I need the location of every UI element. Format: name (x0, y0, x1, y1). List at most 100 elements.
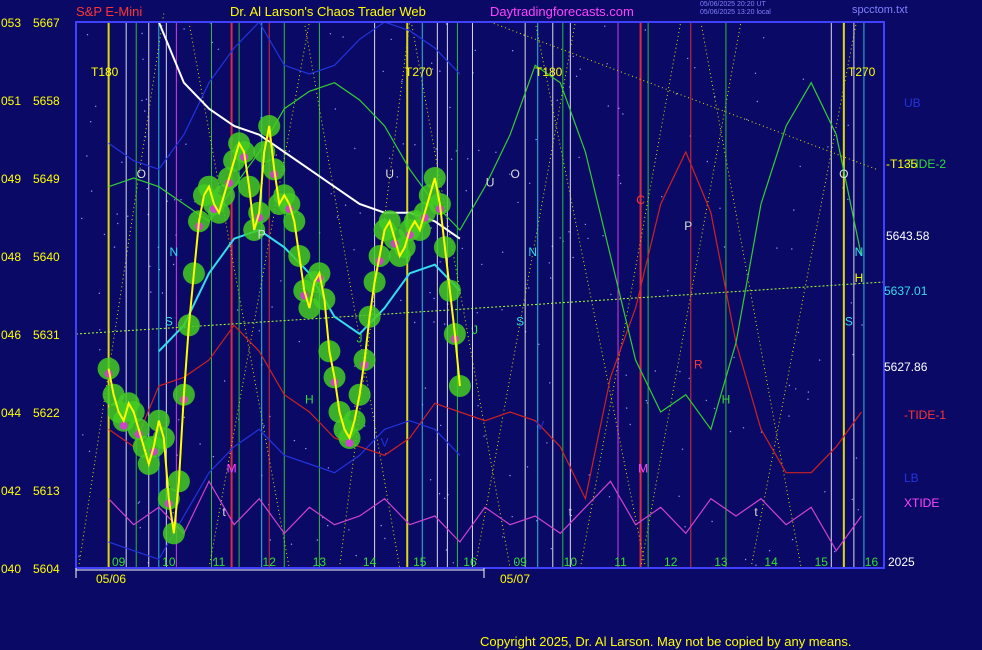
x-hour-label: 12 (664, 555, 678, 569)
star-dot (142, 58, 144, 60)
star-dot (382, 70, 384, 73)
star-dot (180, 199, 182, 201)
star-dot (449, 106, 451, 109)
star-dot (681, 448, 684, 450)
star-dot (113, 246, 116, 248)
star-dot (431, 62, 433, 64)
x-hour-label: 16 (865, 555, 879, 569)
star-dot (729, 430, 732, 433)
x-hour-label: 11 (213, 555, 226, 569)
series-label: UB (904, 96, 921, 110)
planet-letter: V (536, 418, 544, 432)
star-dot (344, 204, 347, 206)
star-dot (82, 434, 84, 436)
star-dot (807, 398, 809, 400)
star-dot (223, 380, 226, 382)
star-dot (626, 407, 628, 409)
cycle-label: T180 (91, 65, 119, 79)
level-t135: -T135 (886, 157, 918, 171)
planet-letter: O (137, 167, 146, 181)
level-upper: 5643.58 (886, 229, 930, 243)
star-dot (145, 98, 148, 101)
star-dot (517, 201, 519, 204)
star-dot (98, 292, 101, 294)
star-dot (578, 156, 580, 159)
x-hour-label: 11 (614, 555, 627, 569)
star-dot (86, 34, 89, 36)
star-dot (401, 80, 403, 83)
star-dot (606, 63, 608, 65)
star-dot (824, 491, 826, 493)
y-tick-code: 044 (1, 406, 21, 420)
planet-letter: C (636, 193, 645, 207)
star-dot (400, 299, 402, 302)
planet-letter: O (839, 167, 848, 181)
chart-background (0, 0, 982, 650)
star-dot (103, 233, 106, 236)
star-dot (116, 213, 118, 215)
star-dot (178, 419, 180, 421)
planet-letter: N (170, 245, 179, 259)
price-low-dot (345, 439, 354, 447)
star-dot (711, 520, 713, 523)
star-dot (138, 501, 141, 503)
star-dot (149, 265, 151, 267)
star-dot (348, 529, 350, 531)
planet-letter: H (855, 271, 864, 285)
star-dot (269, 539, 271, 541)
y-tick-code: 048 (1, 250, 21, 264)
star-dot (212, 455, 215, 458)
star-dot (161, 292, 164, 294)
star-dot (678, 495, 680, 497)
star-dot (572, 55, 574, 58)
star-dot (334, 108, 336, 110)
star-dot (654, 370, 656, 372)
star-dot (694, 67, 696, 69)
level-lower: 5627.86 (884, 360, 928, 374)
star-dot (439, 261, 441, 263)
star-dot (483, 435, 485, 437)
star-dot (550, 277, 552, 279)
star-dot (293, 439, 296, 442)
level-mid: 5637.01 (884, 284, 928, 298)
y-tick-price: 5649 (33, 172, 60, 186)
x-hour-label: 10 (162, 555, 176, 569)
planet-letter: M (227, 462, 237, 476)
star-dot (610, 293, 612, 296)
planet-letter: H (305, 392, 314, 406)
star-dot (788, 384, 791, 387)
cycle-label: T270 (405, 65, 433, 79)
star-dot (608, 496, 611, 498)
y-tick-code: 051 (1, 94, 21, 108)
planet-letter: N (855, 245, 864, 259)
star-dot (88, 450, 91, 452)
star-dot (78, 555, 80, 557)
star-dot (95, 105, 97, 108)
star-dot (263, 425, 265, 427)
star-dot (396, 176, 398, 178)
star-dot (388, 157, 391, 159)
star-dot (336, 216, 339, 218)
star-dot (90, 190, 93, 192)
star-dot (359, 212, 361, 214)
star-dot (502, 251, 504, 253)
star-dot (679, 370, 681, 373)
star-dot (327, 467, 330, 469)
y-tick-price: 5613 (33, 484, 60, 498)
star-dot (280, 280, 282, 282)
star-dot (834, 550, 836, 553)
x-hour-label: 12 (263, 555, 277, 569)
copyright-notice: Copyright 2025, Dr. Al Larson. May not b… (480, 634, 852, 649)
star-dot (183, 28, 185, 30)
star-dot (776, 247, 778, 249)
star-dot (144, 110, 146, 112)
planet-letter: S (845, 314, 853, 328)
star-dot (572, 256, 574, 259)
star-dot (604, 25, 606, 27)
star-dot (384, 537, 386, 540)
star-dot (550, 548, 552, 550)
star-dot (502, 536, 504, 538)
x-hour-label: 15 (413, 555, 427, 569)
star-dot (443, 323, 446, 325)
price-low-dot (119, 421, 128, 430)
